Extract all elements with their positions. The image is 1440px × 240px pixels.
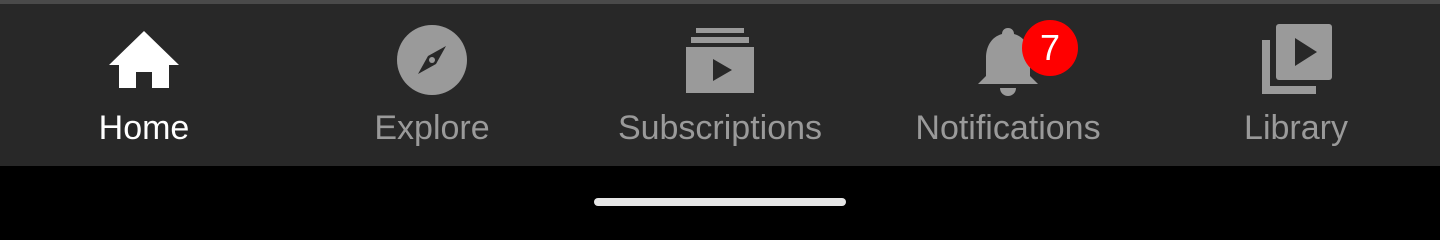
- home-indicator-bar[interactable]: [594, 198, 846, 206]
- home-icon: [106, 22, 182, 98]
- tab-library[interactable]: Library: [1152, 4, 1440, 166]
- tab-explore-label: Explore: [374, 109, 490, 147]
- tab-home[interactable]: Home: [0, 4, 288, 166]
- subscriptions-icon: [682, 22, 758, 98]
- tab-library-label: Library: [1244, 109, 1348, 147]
- tab-explore[interactable]: Explore: [288, 4, 576, 166]
- tab-subscriptions-label: Subscriptions: [617, 109, 823, 147]
- tab-notifications[interactable]: Notifications: [864, 4, 1152, 166]
- tab-notifications-label: Notifications: [915, 109, 1101, 147]
- notifications-count-badge: 7: [1022, 20, 1078, 76]
- tab-subscriptions[interactable]: Subscriptions: [576, 4, 864, 166]
- tab-home-label: Home: [98, 109, 190, 147]
- bottom-navigation-bar: Home Explore Subscriptions Notifications…: [0, 4, 1440, 166]
- library-icon: [1258, 22, 1334, 98]
- system-gesture-area: [0, 166, 1440, 227]
- compass-icon: [394, 22, 470, 98]
